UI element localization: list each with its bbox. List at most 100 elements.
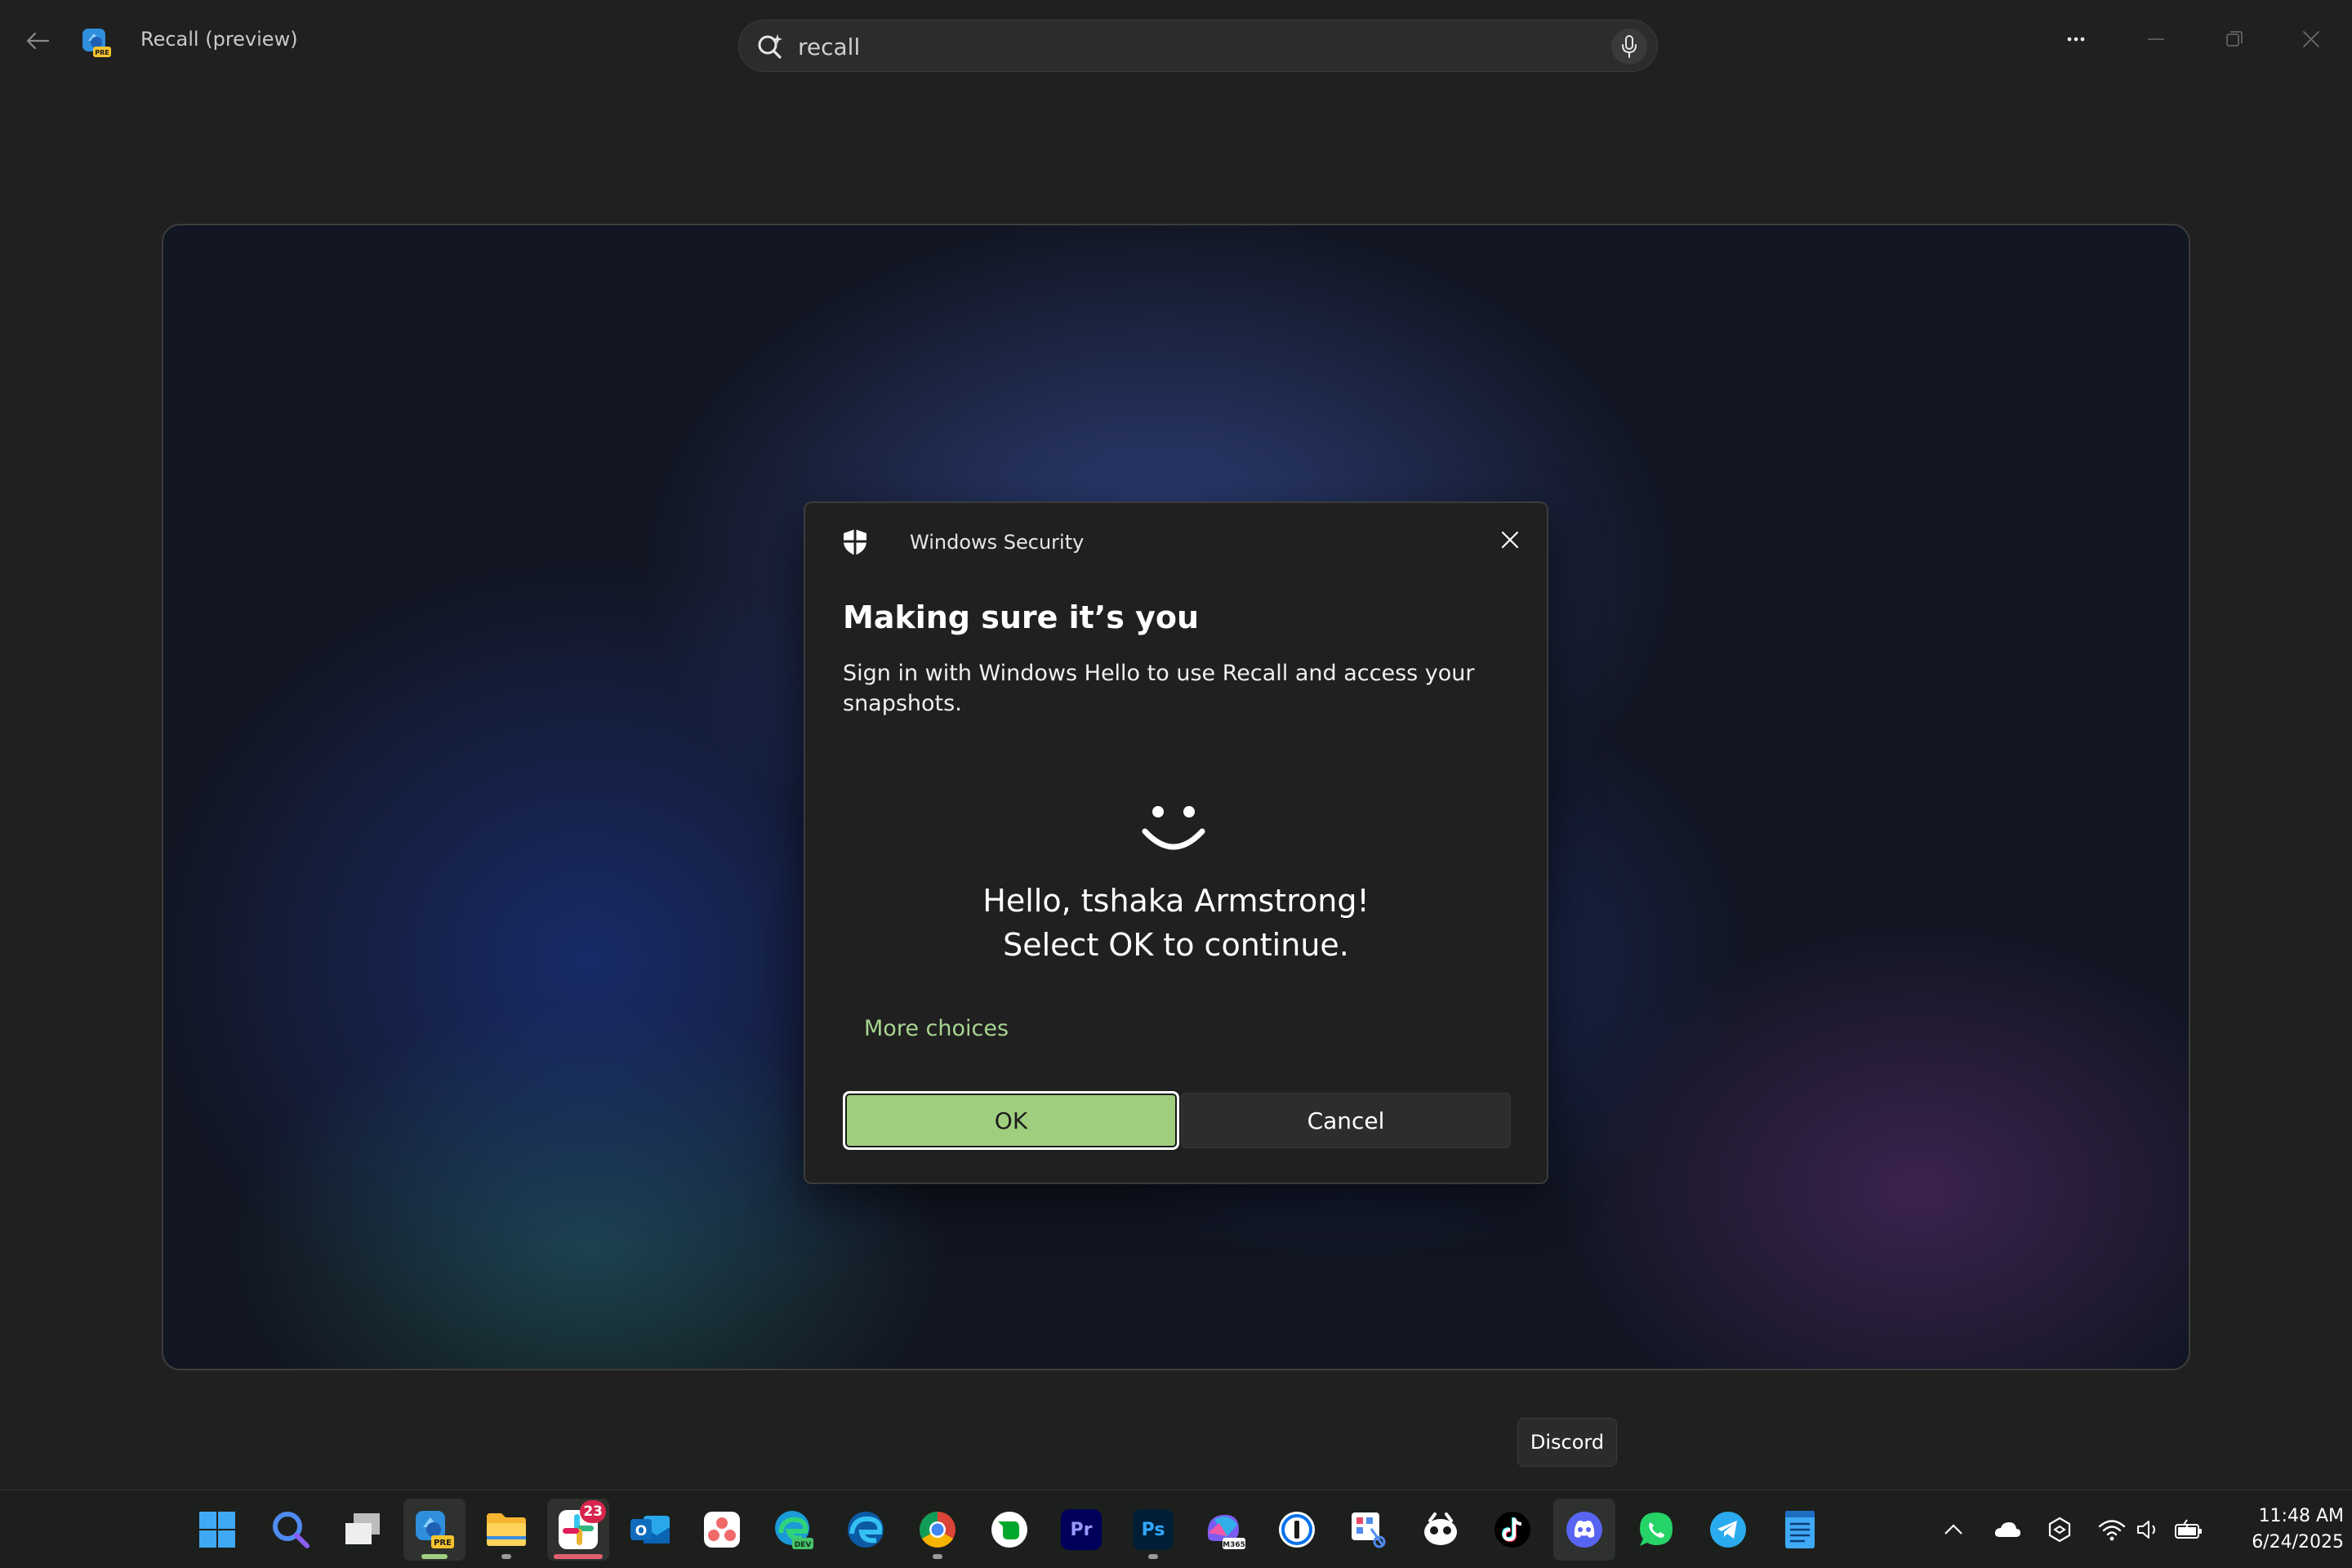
taskbar-discord-button[interactable]	[1553, 1499, 1615, 1561]
app-title: Recall (preview)	[140, 28, 298, 51]
more-dots-icon	[2067, 37, 2085, 42]
taskbar-start-button[interactable]	[186, 1499, 248, 1561]
dialog-description: Sign in with Windows Hello to use Recall…	[843, 661, 1475, 716]
minimize-icon	[2148, 38, 2164, 40]
clock-date: 6/24/2025	[2252, 1532, 2344, 1552]
recall-icon: PRE	[416, 1511, 454, 1548]
taskbar-telegram-button[interactable]	[1697, 1499, 1759, 1561]
close-icon	[2303, 31, 2319, 47]
taskbar-file-explorer-button[interactable]	[475, 1499, 537, 1561]
taskbar-onepassword-button[interactable]	[1266, 1499, 1328, 1561]
running-indicator	[421, 1554, 448, 1559]
windows-hello-smiley-icon	[1138, 794, 1209, 864]
title-bar: PRE Recall (preview)	[0, 0, 2352, 82]
taskbar-notepad-button[interactable]	[1769, 1499, 1831, 1561]
app-badge: PRE	[95, 49, 109, 56]
microphone-button[interactable]	[1611, 29, 1647, 65]
shield-icon	[841, 528, 869, 557]
running-indicator	[933, 1554, 942, 1559]
taskbar-asana-button[interactable]	[691, 1499, 753, 1561]
taskbar-slack-button[interactable]: 23	[547, 1499, 609, 1561]
taskbar-outlook-button[interactable]: O	[619, 1499, 681, 1561]
edge-dev-badge: DEV	[795, 1541, 812, 1549]
task-view-icon	[345, 1513, 380, 1544]
hello-greeting: Hello, tshaka Armstrong!	[982, 883, 1370, 919]
hello-instruction: Select OK to continue.	[1003, 927, 1349, 963]
onedrive-cloud-icon	[1994, 1522, 2020, 1537]
show-hidden-icons-button[interactable]	[1939, 1515, 1968, 1544]
character-app-icon	[1424, 1512, 1457, 1545]
cancel-button[interactable]: Cancel	[1181, 1093, 1511, 1148]
wifi-icon	[2098, 1520, 2126, 1541]
taskbar-task-view-button[interactable]	[332, 1499, 394, 1561]
more-choices-link[interactable]: More choices	[864, 1016, 1009, 1041]
taskbar-m365-copilot-button[interactable]: M365	[1194, 1499, 1256, 1561]
search-icon	[273, 1512, 310, 1548]
back-arrow-icon	[26, 32, 50, 50]
speaker-icon	[2137, 1521, 2155, 1539]
dialog-title: Making sure it’s you	[843, 599, 1200, 635]
outlook-icon: O	[630, 1516, 670, 1544]
taskbar-whatsapp-button[interactable]	[1625, 1499, 1687, 1561]
taskbar-tiktok-button[interactable]	[1481, 1499, 1544, 1561]
windows-start-icon	[199, 1512, 235, 1548]
discord-icon	[1566, 1512, 1602, 1548]
recall-badge: PRE	[434, 1539, 452, 1548]
taskbar-edge-dev-button[interactable]: DEV	[763, 1499, 825, 1561]
chrome-icon	[920, 1512, 956, 1548]
edge-dev-icon: DEV	[775, 1511, 813, 1549]
vpn-icon	[2048, 1517, 2071, 1543]
recall-app-icon: PRE	[80, 26, 113, 59]
taskbar-chrome-button[interactable]	[906, 1499, 969, 1561]
running-indicator	[1148, 1554, 1158, 1559]
wifi-tray-button[interactable]	[2097, 1515, 2127, 1544]
microphone-icon	[1622, 35, 1637, 58]
taskbar-clock[interactable]: 11:48 AM 6/24/2025	[2213, 1503, 2344, 1556]
whatsapp-icon	[1640, 1512, 1673, 1546]
taskbar-premiere-pro-button[interactable]: Pr	[1050, 1499, 1112, 1561]
outlook-letter: O	[635, 1523, 647, 1539]
m365-copilot-icon: M365	[1207, 1514, 1245, 1549]
battery-icon	[2175, 1519, 2202, 1539]
notepad-icon	[1785, 1511, 1815, 1548]
snipping-tool-icon	[1352, 1512, 1386, 1548]
attention-indicator	[554, 1554, 603, 1559]
windows-security-dialog: Windows Security Making sure it’s you Si…	[804, 501, 1548, 1184]
ok-button[interactable]: OK	[843, 1091, 1179, 1150]
dialog-app-name: Windows Security	[910, 531, 1085, 554]
vpn-tray-button[interactable]	[2045, 1515, 2074, 1544]
tiktok-icon	[1494, 1512, 1530, 1548]
close-window-button[interactable]	[2287, 18, 2336, 60]
search-box[interactable]	[738, 20, 1658, 72]
restore-button[interactable]	[2210, 18, 2259, 60]
taskbar-tooltip: Discord	[1517, 1418, 1617, 1467]
m365-badge: M365	[1223, 1541, 1245, 1549]
taskbar-evernote-button[interactable]	[978, 1499, 1040, 1561]
onedrive-tray-button[interactable]	[1993, 1515, 2022, 1544]
taskbar-character-app-button[interactable]	[1410, 1499, 1472, 1561]
notification-badge: 23	[580, 1500, 606, 1523]
dialog-close-button[interactable]	[1490, 519, 1530, 560]
premiere-pro-icon: Pr	[1061, 1509, 1102, 1550]
taskbar-snipping-tool-button[interactable]	[1338, 1499, 1400, 1561]
taskbar: PRE 23 O DEV Pr Ps M365 11:48 AM 6/24/20…	[0, 1490, 2352, 1568]
battery-tray-button[interactable]	[2174, 1515, 2203, 1544]
taskbar-photoshop-button[interactable]: Ps	[1122, 1499, 1184, 1561]
volume-tray-button[interactable]	[2133, 1515, 2163, 1544]
hello-message: Hello, tshaka Armstrong! Select OK to co…	[805, 879, 1547, 967]
photoshop-icon: Ps	[1133, 1509, 1174, 1550]
search-input[interactable]	[798, 30, 1533, 63]
onepassword-icon	[1279, 1512, 1315, 1548]
taskbar-recall-button[interactable]: PRE	[403, 1499, 466, 1561]
telegram-icon	[1710, 1512, 1746, 1548]
taskbar-search-button[interactable]	[260, 1499, 322, 1561]
edge-icon	[848, 1512, 884, 1548]
chevron-up-icon	[1944, 1524, 1962, 1535]
close-icon	[1501, 531, 1519, 549]
more-options-button[interactable]	[2051, 18, 2100, 60]
file-explorer-icon	[487, 1513, 526, 1546]
minimize-button[interactable]	[2132, 18, 2180, 60]
taskbar-edge-button[interactable]	[835, 1499, 897, 1561]
back-button[interactable]	[18, 23, 57, 59]
evernote-icon	[991, 1512, 1027, 1548]
